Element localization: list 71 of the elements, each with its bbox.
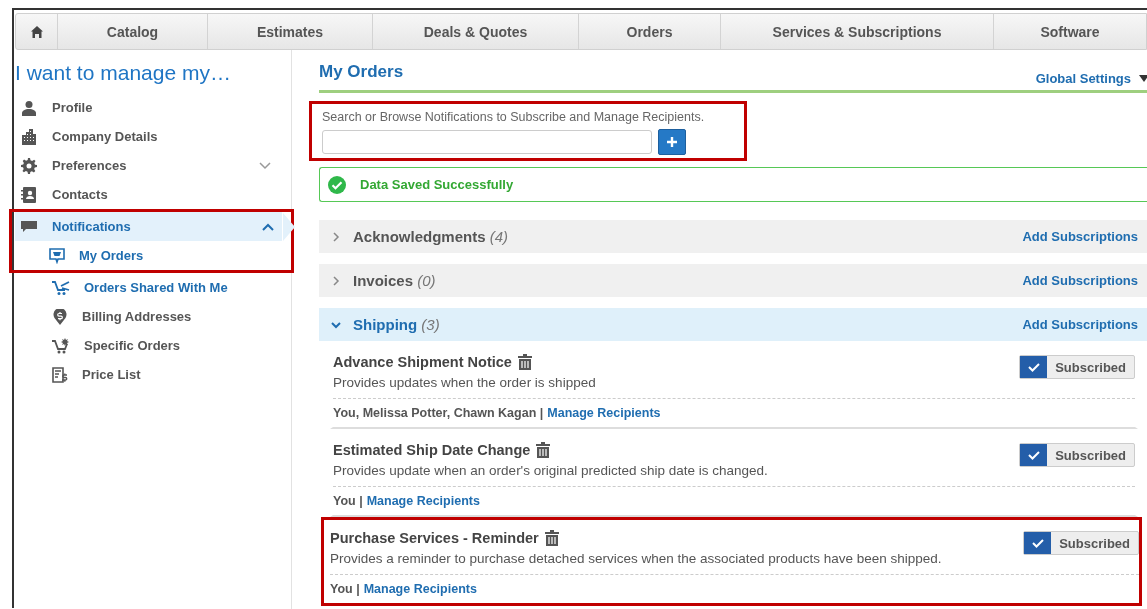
category-name: Acknowledgments (4) (353, 228, 509, 245)
subscribed-toggle[interactable]: Subscribed (1019, 443, 1135, 467)
sidebar-item[interactable]: Notifications (15, 212, 282, 241)
page-title: My Orders (319, 62, 404, 82)
speech-bubble-icon (21, 218, 37, 235)
buildings-icon (21, 128, 37, 145)
recipients-text: You | (330, 582, 360, 596)
manage-recipients-link[interactable]: Manage Recipients (363, 582, 477, 596)
nav-tab[interactable]: Software (994, 14, 1146, 49)
checkmark-icon (1027, 362, 1040, 372)
dollar-pin-icon (52, 308, 68, 325)
category-name: Shipping (3) (353, 316, 440, 333)
sidebar-subitem[interactable]: Orders Shared With Me (15, 273, 291, 302)
add-subscriptions-link[interactable]: Add Subscriptions (1022, 317, 1138, 332)
global-settings-link[interactable]: Global Settings (1035, 71, 1147, 86)
recipients-text: You | (333, 494, 363, 508)
sidebar-item[interactable]: Company Details (15, 122, 279, 151)
price-sheet-icon (52, 366, 68, 383)
sidebar-subitem[interactable]: Billing Addresses (15, 302, 291, 331)
category-header[interactable]: Invoices (0) Add Subscriptions (319, 264, 1147, 297)
sidebar-subitem[interactable]: My Orders (15, 241, 291, 270)
notification-description: Provides update when an order's original predicted ship date is changed. (333, 463, 768, 478)
monitor-cart-icon (49, 247, 65, 264)
notification-title: Estimated Ship Date Change (333, 442, 531, 458)
person-icon (21, 99, 37, 116)
sidebar-subitem[interactable]: Specific Orders (15, 331, 291, 360)
nav-tab[interactable]: Orders (579, 14, 721, 49)
category-header[interactable]: Acknowledgments (4) Add Subscriptions (319, 220, 1147, 253)
sidebar-subitem[interactable]: Price List (15, 360, 291, 389)
nav-tab[interactable]: Catalog (58, 14, 208, 49)
checkmark-icon (1027, 450, 1040, 460)
notification-description: Provides updates when the order is shipped (333, 375, 596, 390)
subscribed-toggle[interactable]: Subscribed (1019, 355, 1135, 379)
sidebar-item[interactable]: Contacts (15, 180, 279, 209)
plus-icon (667, 137, 677, 147)
home-icon (30, 25, 43, 38)
selection-pointer (283, 213, 295, 241)
chevron-right-icon (331, 231, 341, 242)
notification-title: Purchase Services - Reminder (330, 530, 539, 546)
trash-icon (517, 354, 532, 370)
gear-icon (21, 157, 37, 174)
nav-tab[interactable]: Deals & Quotes (373, 14, 579, 49)
cart-arrows-icon (52, 279, 70, 296)
notification-description: Provides a reminder to purchase detached services when the associated products have been shipped. (330, 551, 942, 566)
category-header[interactable]: Shipping (3) Add Subscriptions (319, 308, 1147, 341)
manage-recipients-link[interactable]: Manage Recipients (366, 494, 480, 508)
cart-star-icon (52, 337, 70, 354)
chevron-down-icon (331, 319, 341, 330)
chevron-right-icon (331, 275, 341, 286)
sidebar-heading: I want to manage my… (15, 61, 232, 85)
recipients-text: You, Melissa Potter, Chawn Kagan | (333, 406, 544, 420)
sidebar-item[interactable]: Preferences (15, 151, 279, 180)
trash-icon (536, 442, 551, 458)
nav-tab[interactable]: Services & Subscriptions (721, 14, 994, 49)
search-label: Search or Browse Notifications to Subscribe and Manage Recipients. (322, 110, 706, 124)
manage-recipients-link[interactable]: Manage Recipients (547, 406, 661, 420)
trash-icon (544, 530, 559, 546)
check-circle-icon (328, 175, 346, 194)
search-field[interactable] (322, 130, 652, 154)
add-subscriptions-link[interactable]: Add Subscriptions (1022, 273, 1138, 288)
alert-message: Data Saved Successfully (360, 177, 514, 192)
subscribed-toggle[interactable]: Subscribed (1023, 531, 1139, 555)
add-button[interactable] (658, 129, 686, 155)
checkmark-icon (1031, 538, 1044, 548)
nav-tab[interactable]: Estimates (208, 14, 373, 49)
category-name: Invoices (0) (353, 272, 436, 289)
dropdown-arrow-icon (1139, 75, 1147, 82)
notification-title: Advance Shipment Notice (333, 354, 512, 370)
address-book-icon (21, 186, 37, 203)
sidebar-item[interactable]: Profile (15, 93, 279, 122)
add-subscriptions-link[interactable]: Add Subscriptions (1022, 229, 1138, 244)
